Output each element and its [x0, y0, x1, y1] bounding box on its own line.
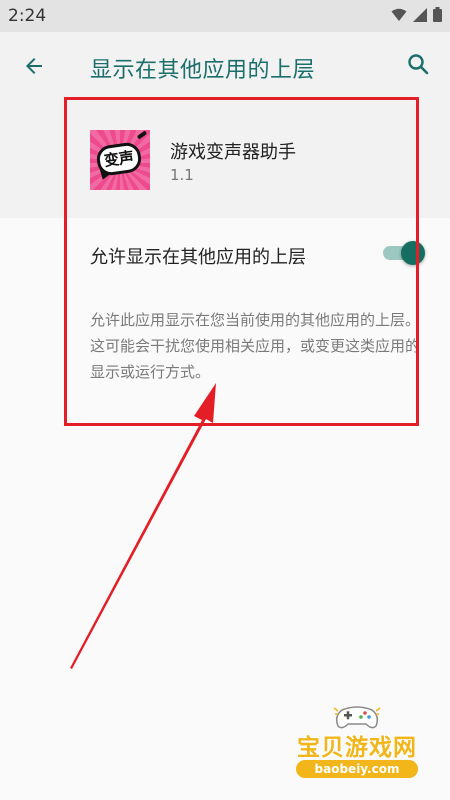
app-bar: 显示在其他应用的上层 — [0, 32, 450, 100]
watermark-url: baobeiy.com — [296, 760, 418, 778]
permission-description: 允许此应用显示在您当前使用的其他应用的上层。这可能会干扰您使用相关应用，或变更这… — [90, 311, 421, 381]
status-bar: 2:24 — [0, 0, 450, 32]
toggle-thumb — [401, 241, 425, 265]
app-version: 1.1 — [170, 166, 194, 184]
app-icon: 变声 — [90, 130, 150, 190]
speech-bubble-icon: 变声 — [95, 141, 143, 177]
status-time: 2:24 — [8, 6, 47, 26]
watermark-title: 宝贝游戏网 — [297, 735, 417, 761]
search-icon — [406, 52, 430, 80]
permission-label: 允许显示在其他应用的上层 — [90, 247, 306, 268]
app-icon-text: 变声 — [102, 147, 136, 171]
app-name: 游戏变声器助手 — [170, 142, 296, 163]
search-button[interactable] — [402, 50, 434, 82]
battery-icon — [433, 6, 442, 26]
permission-toggle[interactable] — [383, 241, 425, 265]
arrow-left-icon — [22, 54, 46, 82]
app-header: 变声 游戏变声器助手 1.1 — [0, 100, 450, 218]
back-button[interactable] — [18, 52, 50, 84]
spark-mark — [136, 130, 148, 140]
permission-toggle-row[interactable]: 允许显示在其他应用的上层 — [0, 218, 450, 290]
page-title: 显示在其他应用的上层 — [90, 58, 316, 83]
status-icons — [391, 6, 442, 26]
wifi-icon — [391, 7, 407, 26]
watermark: 宝贝游戏网 baobeiy.com — [282, 700, 432, 790]
signal-icon — [413, 7, 427, 26]
